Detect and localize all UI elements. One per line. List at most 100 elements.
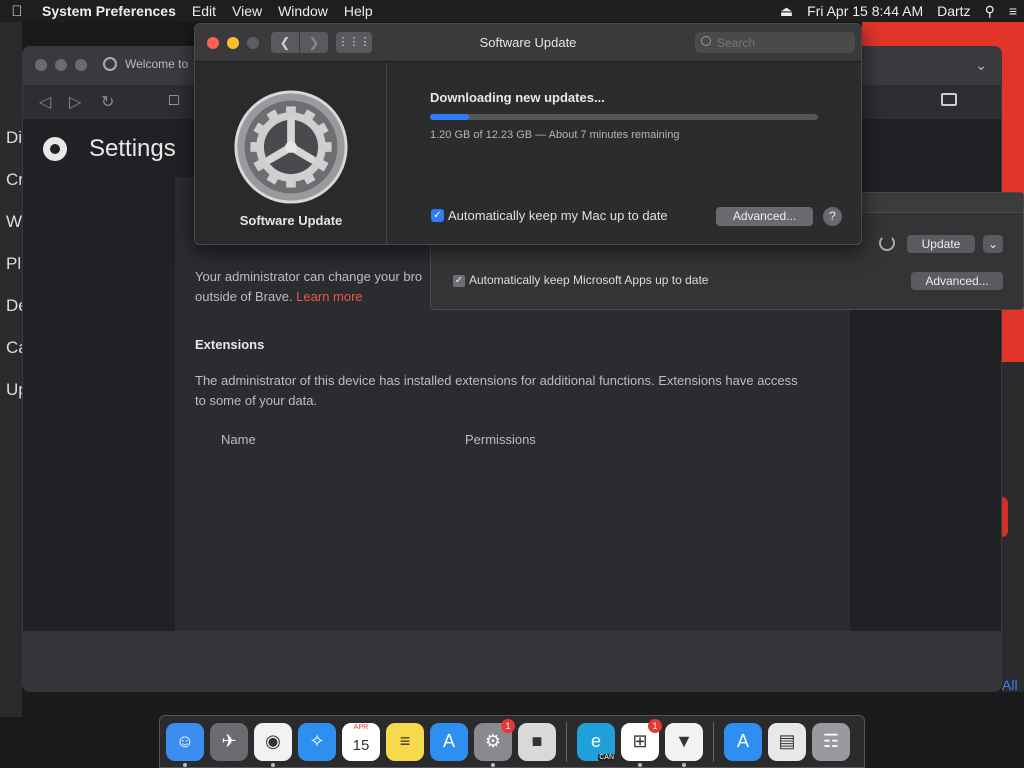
page-title: Settings bbox=[89, 135, 176, 162]
settings-sidebar bbox=[23, 177, 175, 631]
app-store-icon[interactable]: A bbox=[430, 722, 468, 761]
learn-more-link[interactable]: Learn more bbox=[296, 289, 362, 304]
menu-bar:  System Preferences Edit View Window He… bbox=[0, 0, 1024, 22]
left-window-item[interactable]: W bbox=[6, 212, 22, 232]
notes-glyph: ≡ bbox=[399, 731, 411, 751]
eject-icon[interactable]: ⏏ bbox=[773, 3, 800, 20]
launchpad-icon[interactable]: ✈ bbox=[210, 722, 248, 761]
brave-icon[interactable]: ▼ bbox=[665, 722, 703, 767]
update-button[interactable]: Update bbox=[907, 235, 975, 253]
spotlight-search-icon[interactable]: ⚲ bbox=[978, 3, 1002, 20]
settings-footer bbox=[23, 631, 1001, 691]
left-window-item[interactable]: Pl bbox=[6, 254, 21, 274]
launchpad-glyph: ✈ bbox=[221, 731, 237, 751]
search-icon bbox=[701, 36, 711, 46]
browser-tab[interactable]: Welcome to bbox=[103, 57, 188, 71]
finder-glyph: ☺ bbox=[175, 731, 195, 751]
admin-notice-line2: outside of Brave. Learn more bbox=[195, 289, 363, 304]
roblox-icon[interactable]: ■ bbox=[518, 722, 556, 761]
column-header-name: Name bbox=[221, 432, 256, 447]
microsoft-advanced-button[interactable]: Advanced... bbox=[911, 272, 1003, 290]
minimize-button[interactable] bbox=[55, 59, 67, 71]
background-red-shape bbox=[1002, 497, 1008, 537]
help-button[interactable]: ? bbox=[823, 207, 842, 226]
downloads-stack-glyph: ▤ bbox=[778, 731, 796, 751]
background-window-left: Di Cr W Pl De Ca Up bbox=[0, 22, 28, 717]
finder-icon[interactable]: ☺ bbox=[166, 722, 204, 767]
system-preferences-glyph: ⚙ bbox=[484, 731, 502, 751]
system-preferences-icon[interactable]: ⚙ 1 bbox=[474, 718, 515, 767]
app-store-download-icon[interactable]: A bbox=[724, 722, 762, 761]
update-options-chevron-icon[interactable]: ⌄ bbox=[983, 235, 1003, 253]
notification-badge: 1 bbox=[501, 718, 515, 733]
auto-update-microsoft-label: Automatically keep Microsoft Apps up to … bbox=[469, 273, 709, 287]
forward-icon[interactable]: ▷ bbox=[69, 92, 81, 112]
running-indicator bbox=[682, 762, 686, 767]
extensions-description-line2: to some of your data. bbox=[195, 393, 318, 408]
refresh-icon[interactable] bbox=[879, 235, 895, 251]
safari-icon[interactable]: ✧ bbox=[298, 722, 336, 761]
running-indicator bbox=[491, 762, 495, 767]
dock-separator bbox=[713, 721, 714, 762]
bookmark-icon[interactable]: □ bbox=[169, 92, 179, 110]
left-window-item[interactable]: Di bbox=[6, 128, 22, 148]
trash-glyph: ☶ bbox=[822, 731, 840, 751]
clock[interactable]: Fri Apr 15 8:44 AM bbox=[800, 3, 930, 19]
menu-window[interactable]: Window bbox=[270, 3, 336, 19]
running-indicator bbox=[271, 762, 275, 767]
control-center-icon[interactable]: ≡ bbox=[1002, 3, 1024, 19]
software-update-gear-icon bbox=[234, 90, 348, 204]
canary-label: CAN bbox=[598, 753, 615, 761]
safari-glyph: ✧ bbox=[309, 731, 325, 751]
background-window-right: All bbox=[1002, 362, 1024, 693]
chrome-glyph: ◉ bbox=[265, 731, 281, 751]
wallet-icon[interactable] bbox=[941, 93, 957, 106]
auto-update-mac-checkbox[interactable]: ✓ bbox=[431, 209, 444, 222]
microsoft-autoupdate-icon[interactable]: ⊞ 1 bbox=[621, 718, 662, 767]
trash-icon[interactable]: ☶ bbox=[812, 722, 850, 761]
dock-separator bbox=[566, 721, 567, 762]
tab-title: Welcome to bbox=[125, 57, 189, 71]
menu-help[interactable]: Help bbox=[336, 3, 381, 19]
download-progress-text: 1.20 GB of 12.23 GB — About 7 minutes re… bbox=[430, 129, 680, 141]
notification-badge: 1 bbox=[648, 718, 662, 733]
app-menu[interactable]: System Preferences bbox=[34, 3, 184, 19]
admin-notice-line1: Your administrator can change your bro bbox=[195, 269, 423, 284]
notes-icon[interactable]: ≡ bbox=[386, 722, 424, 761]
roblox-glyph: ■ bbox=[531, 731, 543, 751]
user-menu[interactable]: Dartz bbox=[930, 3, 977, 19]
edge-canary-icon[interactable]: e CAN bbox=[577, 722, 615, 761]
menu-edit[interactable]: Edit bbox=[184, 3, 224, 19]
reload-icon[interactable]: ↻ bbox=[101, 92, 114, 112]
extensions-description-line1: The administrator of this device has ins… bbox=[195, 373, 798, 388]
title-bar: ❮ ❯ ⋮⋮⋮ Software Update bbox=[195, 24, 861, 62]
back-icon[interactable]: ◁ bbox=[39, 92, 51, 112]
dock: ☺ ✈ ◉ ✧ APR 15 ≡ A ⚙ 1 ■ e CAN ⊞ 1 ▼ A ▤ ☶ bbox=[159, 715, 865, 768]
calendar-icon[interactable]: APR 15 bbox=[342, 722, 380, 761]
calendar-glyph: 15 bbox=[352, 737, 370, 754]
running-indicator bbox=[183, 762, 187, 767]
brave-glyph: ▼ bbox=[675, 731, 693, 751]
search-input[interactable] bbox=[717, 34, 847, 51]
downloads-stack-icon[interactable]: ▤ bbox=[768, 722, 806, 761]
see-all-link[interactable]: All bbox=[1002, 677, 1018, 693]
software-update-pane-icon-area: Software Update bbox=[195, 63, 387, 244]
microsoft-autoupdate-glyph: ⊞ bbox=[632, 731, 648, 751]
calendar-month: APR bbox=[353, 723, 369, 731]
chevron-down-icon[interactable]: ⌄ bbox=[975, 57, 987, 74]
download-progress-fill bbox=[430, 114, 469, 120]
downloading-title: Downloading new updates... bbox=[430, 90, 605, 105]
chrome-logo-icon bbox=[43, 137, 67, 161]
zoom-button[interactable] bbox=[75, 59, 87, 71]
app-store-download-glyph: A bbox=[736, 731, 749, 751]
auto-update-microsoft-checkbox[interactable]: ✓ bbox=[453, 275, 465, 287]
chrome-icon[interactable]: ◉ bbox=[254, 722, 292, 767]
software-update-window: ❮ ❯ ⋮⋮⋮ Software Update Software Updat bbox=[194, 23, 862, 245]
menu-view[interactable]: View bbox=[224, 3, 270, 19]
globe-icon bbox=[103, 57, 117, 71]
auto-update-mac-label: Automatically keep my Mac up to date bbox=[448, 208, 668, 223]
close-button[interactable] bbox=[35, 59, 47, 71]
apple-menu-icon[interactable]:  bbox=[0, 3, 34, 20]
download-progress-bar bbox=[430, 114, 818, 120]
advanced-button[interactable]: Advanced... bbox=[716, 207, 813, 226]
